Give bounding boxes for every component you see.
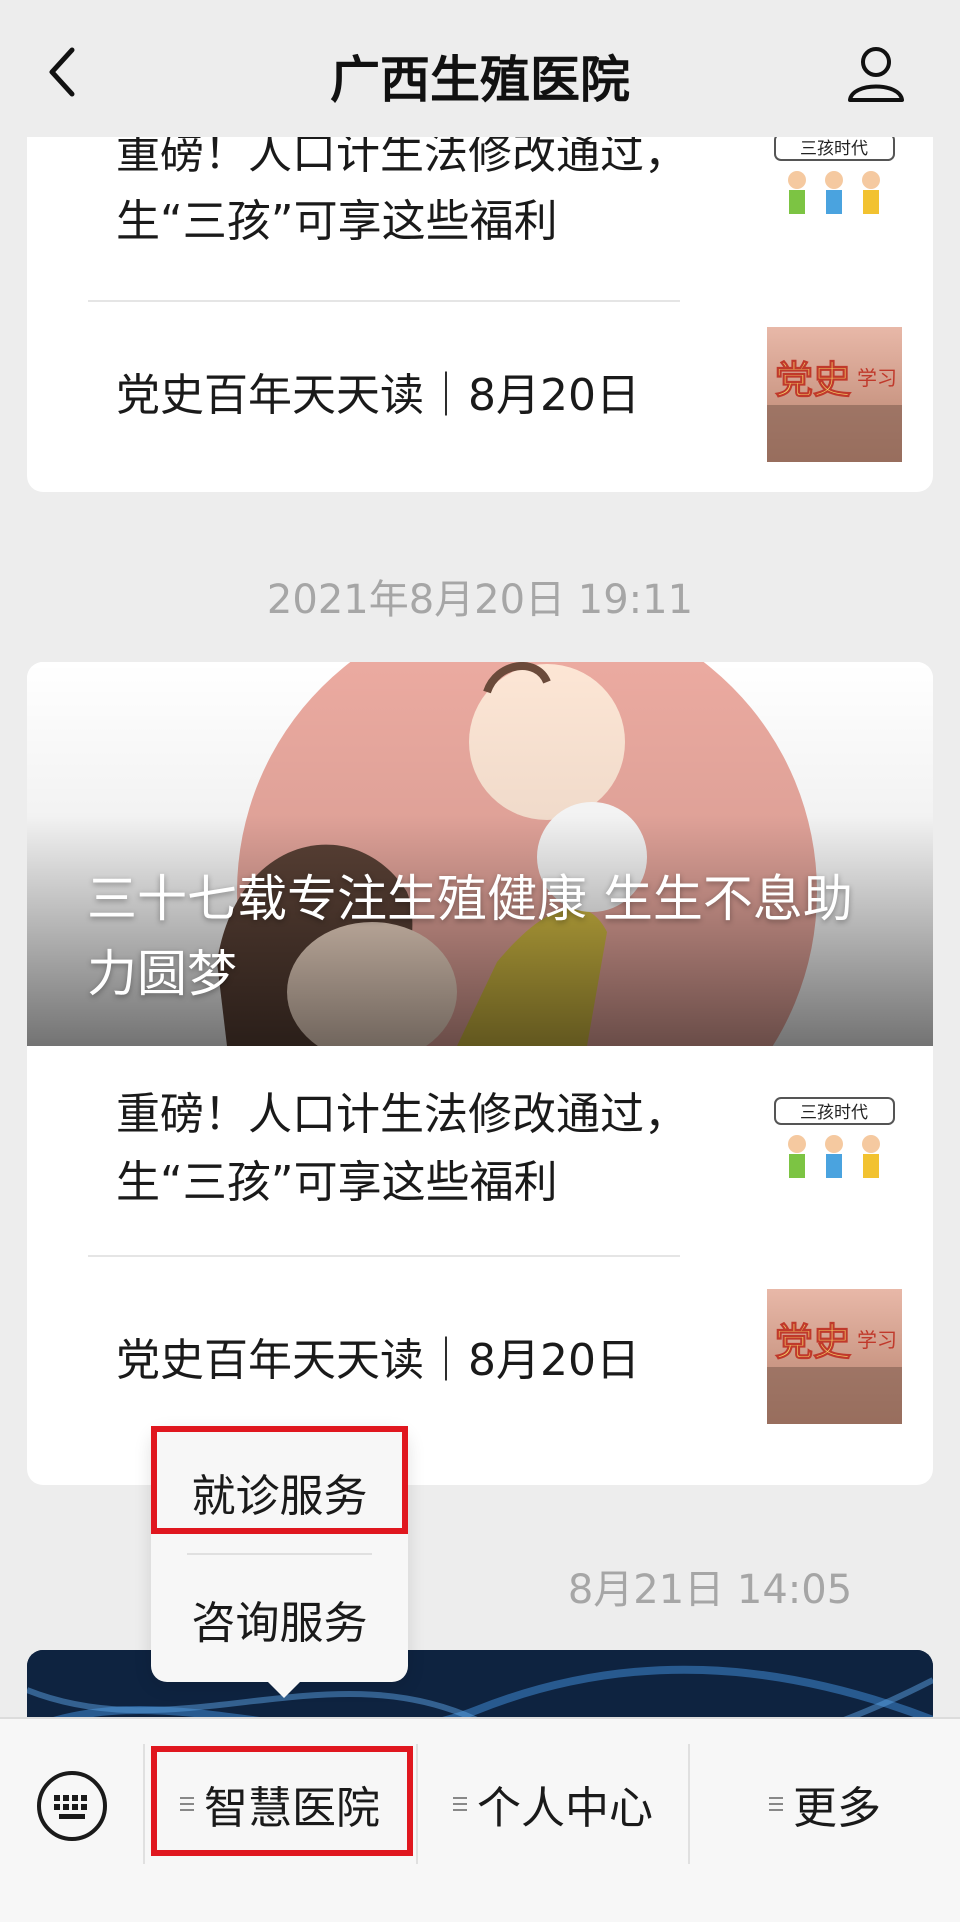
menu-item-consult-service[interactable]: 咨询服务	[151, 1555, 408, 1682]
thumb-label: 党史	[775, 1319, 851, 1364]
thumb-label: 三孩时代	[800, 1103, 868, 1123]
menu-smart-hospital[interactable]: 智慧医院	[145, 1719, 415, 1889]
article-thumbnail: 三孩时代	[767, 1088, 902, 1223]
menu-label: 个人中心	[477, 1783, 653, 1834]
article-title: 党史百年天天读｜8月20日	[116, 370, 640, 421]
party-history-thumbnail-icon: 党史 学习	[767, 1289, 902, 1424]
keyboard-icon[interactable]	[35, 1769, 109, 1843]
article-title: 重磅！人口计生法修改通过，生“三孩”可享这些福利	[116, 1089, 688, 1208]
page-title: 广西生殖医院	[330, 51, 630, 109]
menu-more[interactable]: 更多	[690, 1719, 960, 1889]
article-title: 党史百年天天读｜8月20日	[116, 1335, 640, 1386]
article-card: 三十七载专注生殖健康 生生不息助力圆梦 重磅！人口计生法修改通过，生“三孩”可享…	[27, 662, 933, 1485]
message-list[interactable]: 重磅！人口计生法修改通过，生“三孩”可享这些福利 三孩时代 党史百年天天读｜8月…	[0, 137, 960, 1717]
thumb-label: 三孩时代	[800, 139, 868, 159]
menu-list-icon	[769, 1793, 783, 1815]
menu-list-icon	[453, 1793, 467, 1815]
thumb-label: 学习	[857, 1328, 897, 1352]
nav-header: 广西生殖医院	[0, 0, 960, 137]
bottom-menu-bar: 智慧医院 个人中心 更多	[0, 1717, 960, 1922]
menu-list-icon	[180, 1793, 194, 1815]
thumb-label: 学习	[857, 366, 897, 390]
article-item[interactable]: 重磅！人口计生法修改通过，生“三孩”可享这些福利 三孩时代	[88, 1046, 902, 1246]
article-title: 重磅！人口计生法修改通过，生“三孩”可享这些福利	[116, 137, 688, 247]
article-item[interactable]: 重磅！人口计生法修改通过，生“三孩”可享这些福利 三孩时代	[88, 137, 902, 280]
menu-item-visit-service[interactable]: 就诊服务	[151, 1428, 408, 1555]
hero-title: 三十七载专注生殖健康 生生不息助力圆梦	[87, 870, 853, 1003]
article-thumbnail: 党史 学习	[767, 327, 902, 462]
article-item[interactable]: 党史百年天天读｜8月20日 党史 学习	[88, 1257, 902, 1457]
article-thumbnail: 党史 学习	[767, 1289, 902, 1424]
party-history-thumbnail-icon: 党史 学习	[767, 327, 902, 462]
message-timestamp: 2021年8月20日 19:11	[266, 577, 694, 623]
menu-label: 更多	[793, 1783, 881, 1834]
kids-illustration-icon: 三孩时代	[767, 137, 902, 259]
hero-article[interactable]: 三十七载专注生殖健康 生生不息助力圆梦	[27, 662, 933, 1046]
menu-label: 智慧医院	[204, 1783, 380, 1834]
article-thumbnail: 三孩时代	[767, 137, 902, 259]
user-icon[interactable]	[844, 44, 908, 104]
thumb-label: 党史	[775, 357, 851, 402]
kids-illustration-icon: 三孩时代	[767, 1088, 902, 1223]
menu-personal-center[interactable]: 个人中心	[418, 1719, 688, 1889]
submenu-popup: 就诊服务 咨询服务	[151, 1428, 408, 1698]
article-item[interactable]: 党史百年天天读｜8月20日 党史 学习	[88, 302, 902, 492]
article-card-prev: 重磅！人口计生法修改通过，生“三孩”可享这些福利 三孩时代 党史百年天天读｜8月…	[27, 137, 933, 492]
